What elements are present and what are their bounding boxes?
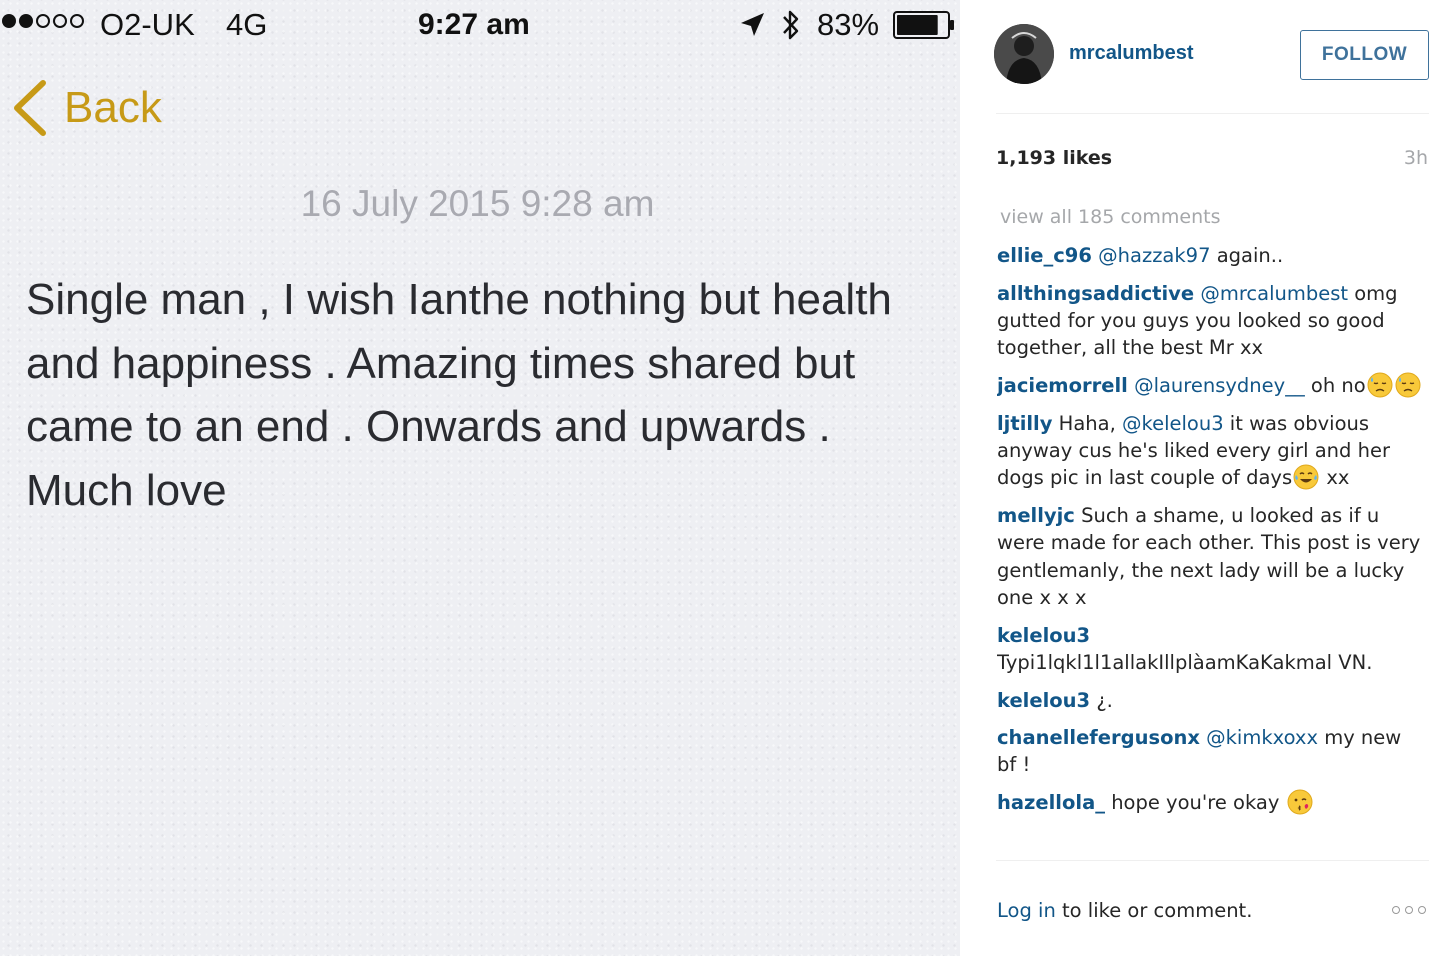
battery-icon bbox=[893, 11, 954, 39]
comment-username-link[interactable]: hazellola_ bbox=[997, 791, 1105, 814]
comment-username-link[interactable]: chanellefergusonx bbox=[997, 726, 1200, 749]
phone-screenshot-image: O2-UK 4G 9:27 am 83% Back 16 July 2015 9… bbox=[0, 0, 960, 956]
note-line: Single man , I wish Ianthe nothing but h… bbox=[26, 275, 892, 324]
comment-mention-link[interactable]: @mrcalumbest bbox=[1200, 282, 1348, 305]
likes-count[interactable]: 1,193 likes bbox=[996, 147, 1112, 169]
signal-dot bbox=[19, 14, 33, 28]
battery-percent-label: 83% bbox=[817, 7, 880, 42]
comment-item: kelelou3 Typi1lqkl1l1allakIllplàamKaKakm… bbox=[997, 622, 1422, 677]
comment-item: ljtilly Haha, @kelelou3 it was obvious a… bbox=[997, 410, 1422, 492]
login-prompt: Log in to like or comment. bbox=[997, 899, 1252, 922]
divider bbox=[996, 113, 1429, 114]
user-silhouette-icon bbox=[994, 24, 1054, 84]
comment-item: kelelou3 ¿. bbox=[997, 687, 1422, 714]
comment-list: ellie_c96 @hazzak97 again.. allthingsaddi… bbox=[997, 242, 1422, 862]
more-options-icon[interactable] bbox=[1392, 906, 1426, 914]
comment-text: ¿. bbox=[1096, 688, 1113, 712]
network-type-label: 4G bbox=[226, 7, 268, 42]
comment-text: hope you're okay bbox=[1111, 791, 1286, 815]
back-label: Back bbox=[64, 83, 162, 132]
comment-username-link[interactable]: kelelou3 bbox=[997, 624, 1090, 647]
comment-username-link[interactable]: ellie_c96 bbox=[997, 244, 1092, 267]
comment-username-link[interactable]: kelelou3 bbox=[997, 689, 1090, 712]
comment-text: again.. bbox=[1210, 244, 1284, 267]
signal-dot bbox=[53, 14, 67, 28]
signal-dot bbox=[2, 14, 16, 28]
note-body: Single man , I wish Ianthe nothing but h… bbox=[26, 268, 941, 522]
kissing-heart-face-icon bbox=[1287, 789, 1313, 815]
signal-dot bbox=[36, 14, 50, 28]
back-button[interactable]: Back bbox=[10, 78, 162, 138]
comment-text: oh no bbox=[1304, 373, 1366, 397]
view-all-comments-link[interactable]: view all 185 comments bbox=[1000, 206, 1221, 228]
comment-username-link[interactable]: jaciemorrell bbox=[997, 374, 1128, 397]
carrier-label: O2-UK bbox=[100, 7, 195, 42]
location-arrow-icon bbox=[741, 13, 764, 36]
signal-dot bbox=[70, 14, 84, 28]
comment-username-link[interactable]: allthingsaddictive bbox=[997, 282, 1194, 305]
note-line: came to an end . Onwards and upwards . bbox=[26, 402, 831, 451]
post-age: 3h bbox=[1403, 147, 1428, 169]
tears-of-joy-face-icon bbox=[1293, 464, 1319, 490]
comment-text: Haha, bbox=[1058, 411, 1122, 435]
status-bar: O2-UK 4G 9:27 am 83% bbox=[0, 0, 960, 50]
note-date: 16 July 2015 9:28 am bbox=[300, 183, 655, 224]
bluetooth-icon bbox=[783, 10, 799, 40]
comment-text: Typi1lqkl1l1allakIllplàamKaKakmal VN. bbox=[997, 650, 1373, 674]
follow-button[interactable]: FOLLOW bbox=[1300, 30, 1429, 80]
comment-mention-link[interactable]: @laurensydney__ bbox=[1134, 374, 1305, 397]
login-prompt-text: to like or comment. bbox=[1055, 899, 1253, 922]
comment-mention-link[interactable]: @kelelou3 bbox=[1122, 412, 1224, 435]
comment-username-link[interactable]: mellyjc bbox=[997, 504, 1075, 527]
downcast-sweat-face-icon bbox=[1395, 372, 1421, 398]
comment-item: ellie_c96 @hazzak97 again.. bbox=[997, 242, 1422, 269]
note-line: Much love bbox=[26, 465, 227, 515]
chevron-left-icon bbox=[14, 80, 46, 136]
downcast-sweat-face-icon bbox=[1367, 372, 1393, 398]
signal-strength-icon bbox=[2, 14, 84, 28]
comment-item: jaciemorrell @laurensydney__ oh no bbox=[997, 372, 1422, 399]
note-line: and happiness . Amazing times shared but bbox=[26, 338, 856, 388]
comment-item: allthingsaddictive @mrcalumbest omg gutt… bbox=[997, 280, 1422, 362]
comment-username-link[interactable]: ljtilly bbox=[997, 412, 1052, 435]
post-sidebar: mrcalumbest FOLLOW 1,193 likes 3h view a… bbox=[960, 0, 1440, 956]
comment-mention-link[interactable]: @hazzak97 bbox=[1098, 244, 1210, 267]
comment-item: chanellefergusonx @kimkxoxx my new bf ! bbox=[997, 724, 1422, 779]
login-link[interactable]: Log in bbox=[997, 899, 1056, 922]
comment-item: hazellola_ hope you're okay bbox=[997, 789, 1422, 816]
avatar[interactable] bbox=[994, 24, 1054, 84]
comment-text: xx bbox=[1320, 466, 1350, 490]
comment-item: mellyjc Such a shame, u looked as if u w… bbox=[997, 502, 1422, 611]
comment-mention-link[interactable]: @kimkxoxx bbox=[1206, 726, 1318, 749]
divider bbox=[996, 860, 1429, 861]
status-time: 9:27 am bbox=[418, 8, 530, 41]
post-username-link[interactable]: mrcalumbest bbox=[1069, 42, 1194, 65]
